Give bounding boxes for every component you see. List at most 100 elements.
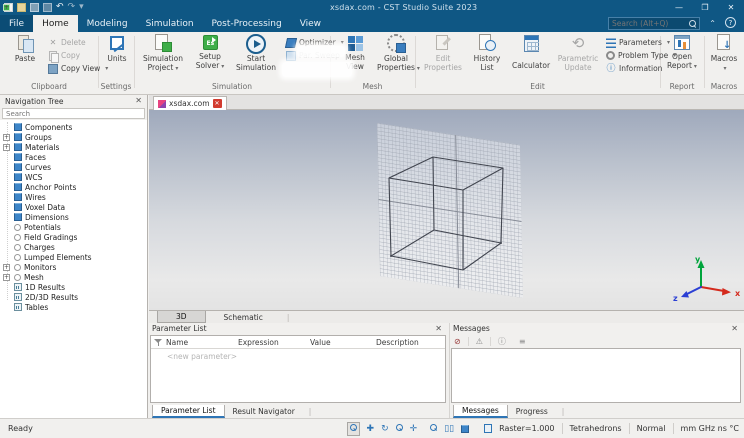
expand-icon[interactable] (3, 273, 10, 281)
tab-post-processing[interactable]: Post-Processing (203, 15, 291, 32)
parametric-update-icon: ⟲ (571, 34, 585, 52)
filter-errors-icon[interactable]: ⊘ (454, 337, 461, 346)
tree-item-materials[interactable]: Materials (0, 142, 147, 152)
message-options-icon[interactable]: ≡ (519, 337, 526, 346)
tree-item-1d-results[interactable]: 1D Results (0, 282, 147, 292)
tree-item-mesh[interactable]: Mesh (0, 272, 147, 282)
tab-home[interactable]: Home (33, 15, 78, 32)
column-name[interactable]: Name (166, 338, 238, 347)
chevron-down-icon: ▾ (693, 63, 697, 70)
redo-icon[interactable]: ↷ (68, 3, 76, 12)
help-icon[interactable]: ? (725, 17, 736, 28)
rotate-view-tool-icon[interactable]: ✛ (410, 424, 418, 434)
tree-item-faces[interactable]: Faces (0, 152, 147, 162)
tab-modeling[interactable]: Modeling (78, 15, 137, 32)
tab-parameter-list[interactable]: Parameter List (152, 405, 225, 418)
3d-viewport[interactable]: y x z (149, 110, 744, 310)
tab-messages[interactable]: Messages (453, 405, 508, 418)
dynamic-zoom-tool-icon[interactable] (395, 423, 403, 434)
minimize-button[interactable]: — (666, 0, 692, 15)
tree-item-monitors[interactable]: Monitors (0, 262, 147, 272)
navigation-tree-title: Navigation Tree (5, 96, 64, 106)
search-input[interactable] (612, 19, 689, 28)
close-icon[interactable]: ✕ (731, 324, 738, 333)
filter-icon[interactable] (154, 338, 162, 347)
tab-progress[interactable]: Progress (508, 405, 556, 418)
3d-view-icon[interactable] (461, 424, 470, 433)
save-all-icon[interactable] (43, 3, 52, 12)
information-button[interactable]: ⓘ Information (606, 63, 662, 74)
undo-icon[interactable]: ↶ (56, 3, 64, 12)
delete-icon: ✕ (49, 37, 57, 47)
tab-file[interactable]: File (0, 15, 34, 32)
tree-item-curves[interactable]: Curves (0, 162, 147, 172)
pan-tool-icon[interactable]: ✚ (367, 424, 375, 434)
delete-button[interactable]: ✕ Delete (48, 37, 86, 48)
split-view-icon[interactable]: ▯▯ (444, 424, 454, 434)
chart-icon (14, 303, 22, 311)
zoom-select-tool-icon[interactable] (346, 421, 360, 436)
close-icon[interactable]: ✕ (135, 97, 142, 105)
copy-button[interactable]: Copy (48, 50, 80, 63)
filter-info-icon[interactable]: ⓘ (498, 336, 506, 347)
status-mesh-type[interactable]: Tetrahedrons (570, 424, 622, 433)
open-file-icon[interactable] (17, 3, 26, 12)
close-icon[interactable]: ✕ (435, 324, 442, 333)
column-description[interactable]: Description (376, 338, 419, 347)
cube-icon (14, 153, 22, 161)
expand-icon[interactable] (3, 263, 10, 271)
parameter-table: Name Expression Value Description <new p… (150, 335, 446, 403)
export-icon[interactable] (3, 4, 10, 11)
status-mode[interactable]: Normal (637, 424, 666, 433)
messages-content[interactable] (451, 348, 741, 403)
tree-item-wcs[interactable]: WCS (0, 172, 147, 182)
group-divider (704, 36, 705, 88)
tree-item-2d3d-results[interactable]: 2D/3D Results (0, 292, 147, 302)
toolbar-divider (489, 337, 491, 346)
filter-warnings-icon[interactable]: ⚠ (476, 337, 483, 346)
tree-item-lumped-elements[interactable]: Lumped Elements (0, 252, 147, 262)
tree-item-tables[interactable]: Tables (0, 302, 147, 312)
status-units[interactable]: mm GHz ns °C (681, 424, 739, 433)
tab-view[interactable]: View (291, 15, 330, 32)
rotate-tool-icon[interactable]: ↻ (381, 424, 389, 434)
tree-item-wires[interactable]: Wires (0, 192, 147, 202)
customize-toolbar-icon[interactable]: ▾ (79, 3, 84, 12)
close-tab-icon[interactable]: ✕ (212, 99, 222, 108)
parameters-button[interactable]: Parameters ▾ (606, 37, 670, 48)
expand-icon[interactable] (3, 133, 10, 141)
tab-result-navigator[interactable]: Result Navigator (225, 405, 303, 418)
save-icon[interactable] (30, 3, 39, 12)
parameter-list-panel: Parameter List ✕ Name Expression Value D… (149, 323, 448, 418)
collapse-ribbon-icon[interactable]: ⌃ (709, 19, 716, 28)
column-expression[interactable]: Expression (238, 338, 310, 347)
tree-item-charges[interactable]: Charges (0, 242, 147, 252)
column-value[interactable]: Value (310, 338, 376, 347)
ribbon-search[interactable] (608, 17, 700, 30)
tab-3d[interactable]: 3D (157, 311, 206, 323)
cube-icon (14, 143, 22, 151)
document-tab[interactable]: xsdax.com ✕ (153, 96, 227, 110)
expand-icon[interactable] (3, 143, 10, 151)
tree-item-potentials[interactable]: Potentials (0, 222, 147, 232)
problem-type-icon (606, 51, 615, 60)
cube-icon (14, 123, 22, 131)
axis-z-label: z (673, 294, 678, 303)
close-button[interactable]: ✕ (718, 0, 744, 15)
maximize-button[interactable]: ❐ (692, 0, 718, 15)
raster-icon[interactable] (484, 424, 493, 433)
tree-item-field-gradings[interactable]: Field Gradings (0, 232, 147, 242)
tree-item-groups[interactable]: Groups (0, 132, 147, 142)
tab-schematic[interactable]: Schematic (206, 311, 281, 323)
tab-simulation[interactable]: Simulation (137, 15, 203, 32)
tree-item-voxel-data[interactable]: Voxel Data (0, 202, 147, 212)
tree-item-dimensions[interactable]: Dimensions (0, 212, 147, 222)
cube-icon (14, 173, 22, 181)
status-raster[interactable]: Raster=1.000 (499, 424, 554, 433)
tree-search-input[interactable] (6, 109, 141, 118)
tree-item-components[interactable]: Components (0, 122, 147, 132)
zoom-tool-icon[interactable] (430, 423, 438, 434)
tree-item-anchor-points[interactable]: Anchor Points (0, 182, 147, 192)
new-parameter-row[interactable]: <new parameter> (151, 349, 445, 361)
tree-search-box[interactable] (2, 108, 145, 119)
